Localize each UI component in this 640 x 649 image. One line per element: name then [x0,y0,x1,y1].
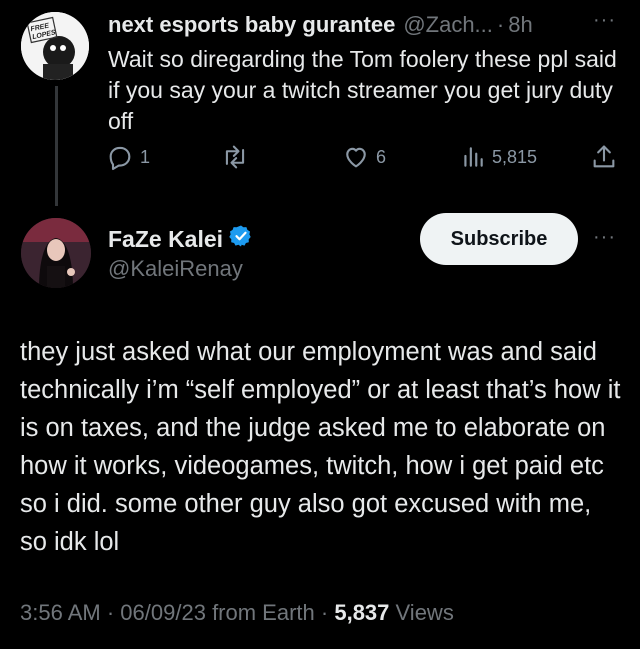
verified-badge-icon [229,224,253,254]
views-button[interactable]: 5,815 [460,143,537,171]
avatar-next-esports[interactable]: FREE LOPES [21,12,89,80]
views-icon [464,147,483,167]
meta-separator-1: · [106,600,115,625]
retweet-button[interactable] [220,143,256,171]
tweet2-handle[interactable]: @KaleiRenay [108,256,243,282]
tweet2-display-name[interactable]: FaZe Kalei [108,226,223,253]
retweet-icon [225,145,245,169]
avatar-faze-kalei[interactable] [21,218,91,288]
tweet1-separator: · [496,12,505,37]
like-button[interactable]: 6 [342,143,386,171]
tweet1-header: next esports baby gurantee @Zach... · 8h [108,12,533,38]
tweet1-actions-bar: 1 6 5,815 [0,143,640,177]
meta-separator-2: · [320,600,329,625]
tweet2-date[interactable]: 06/09/23 [120,600,206,625]
tweet2-meta: 3:56 AM · 06/09/23 from Earth · 5,837 Vi… [20,600,454,626]
reply-count: 1 [140,146,151,167]
tweet2-time[interactable]: 3:56 AM [20,600,101,625]
like-count: 6 [376,146,387,167]
tweet2-header: FaZe Kalei [108,224,253,254]
subscribe-button[interactable]: Subscribe [420,213,578,265]
tweet1-timestamp[interactable]: 8h [508,12,532,38]
tweet2-views-count[interactable]: 5,837 [334,600,389,625]
tweet2-text: they just asked what our employment was … [20,338,621,556]
tweet2-views-label: Views [395,600,454,625]
reply-button[interactable]: 1 [106,143,150,171]
tweet1-text: Wait so diregarding the Tom foolery thes… [108,46,617,134]
reply-icon [109,146,131,171]
tweet2-more-options-icon[interactable]: ··· [593,227,616,247]
share-button[interactable] [590,143,618,171]
views-count: 5,815 [492,146,538,167]
tweet1-display-name[interactable]: next esports baby gurantee [108,12,395,38]
avatar-image: FREE LOPES [21,12,89,80]
tweet2-source: from Earth [212,600,315,625]
like-icon [346,147,366,168]
tweet1-handle[interactable]: @Zach... [403,12,493,38]
tweet1-more-options-icon[interactable]: ··· [593,10,616,30]
avatar-image [21,218,91,288]
share-icon [593,145,615,168]
